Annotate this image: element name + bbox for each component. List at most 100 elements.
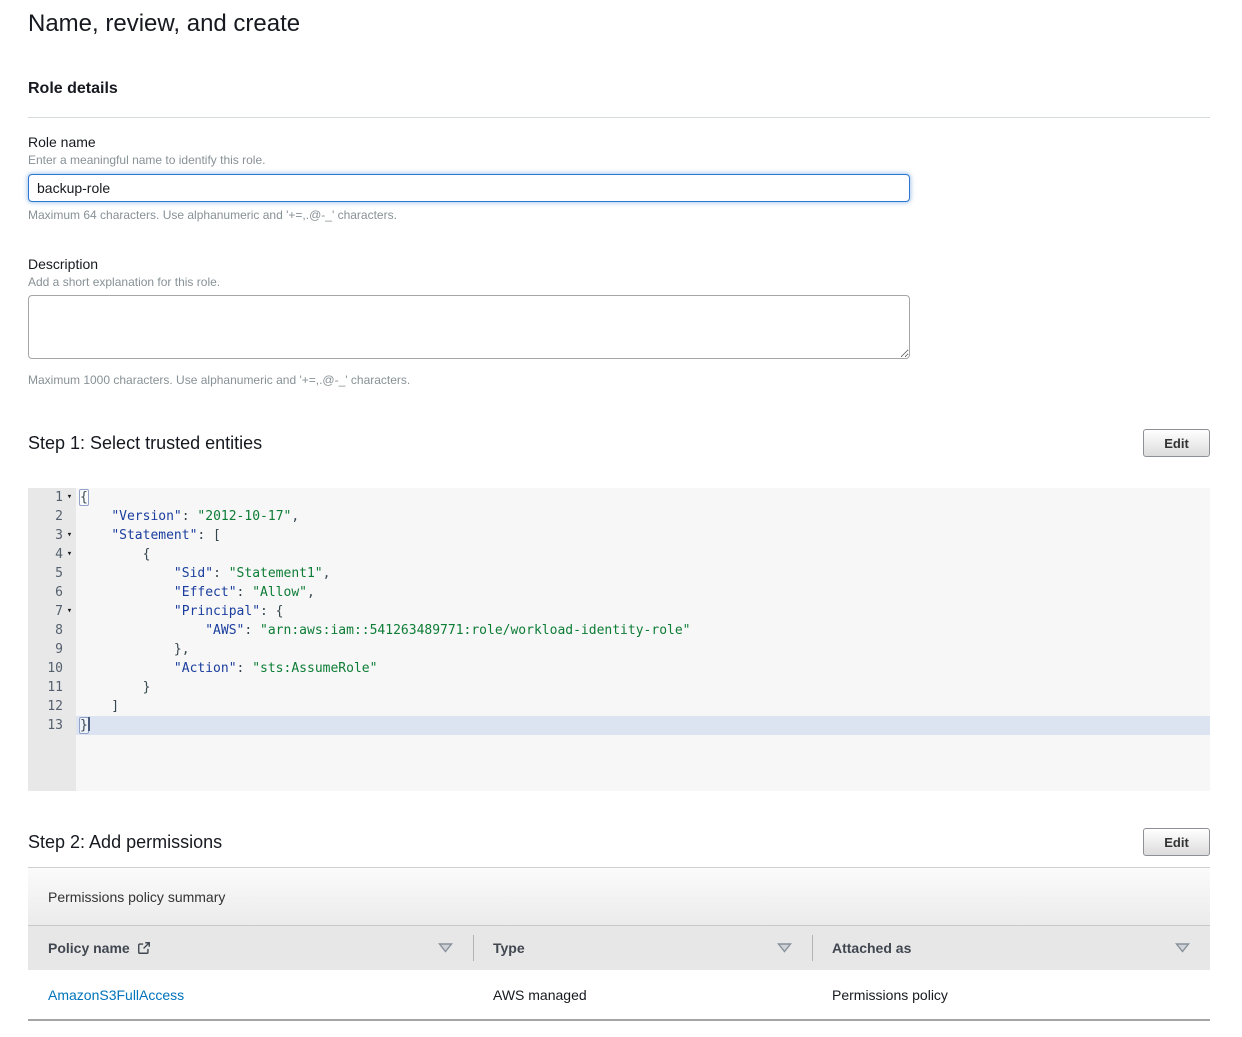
token-plain — [80, 661, 174, 676]
role-name-label: Role name — [28, 134, 1210, 151]
description-block: Description Add a short explanation for … — [28, 256, 1210, 387]
editor-line-3[interactable]: 3▾ "Statement": [ — [28, 526, 1210, 545]
column-header-policy-name-label: Policy name — [48, 940, 130, 956]
description-constraint: Maximum 1000 characters. Use alphanumeri… — [28, 373, 1210, 387]
step1-header-row: Step 1: Select trusted entities Edit — [28, 429, 1210, 457]
editor-line-number: 8 — [55, 621, 63, 640]
column-header-type-label: Type — [493, 940, 525, 956]
editor-code-text: "Sid": "Statement1", — [76, 564, 330, 583]
token-key: "Sid" — [174, 566, 213, 581]
page-title: Name, review, and create — [28, 10, 1210, 38]
editor-line-number: 1 — [55, 488, 63, 507]
editor-gutter-cell: 13 — [28, 716, 76, 735]
token-key: "Version" — [111, 509, 181, 524]
token-key: "AWS" — [205, 623, 244, 638]
triangle-down-icon[interactable] — [438, 943, 453, 953]
column-header-type[interactable]: Type — [473, 926, 812, 970]
editor-line-13[interactable]: 13} — [28, 716, 1210, 735]
triangle-down-icon[interactable] — [1175, 943, 1190, 953]
step2-header-row: Step 2: Add permissions Edit — [28, 828, 1210, 856]
token-str: "sts:AssumeRole" — [252, 661, 377, 676]
token-plain: : — [237, 585, 253, 600]
step2-heading: Step 2: Add permissions — [28, 832, 222, 853]
fold-caret-down-icon[interactable]: ▾ — [63, 488, 76, 507]
token-str: "Statement1" — [229, 566, 323, 581]
editor-code-text: ] — [76, 697, 119, 716]
editor-code-text: } — [76, 678, 150, 697]
role-name-input[interactable] — [28, 174, 910, 202]
editor-line-number: 6 — [55, 583, 63, 602]
editor-line-number: 10 — [47, 659, 63, 678]
token-plain: ] — [80, 699, 119, 714]
description-hint: Add a short explanation for this role. — [28, 275, 1210, 289]
editor-line-1[interactable]: 1▾{ — [28, 488, 1210, 507]
token-plain: : — [237, 661, 253, 676]
editor-line-10[interactable]: 10 "Action": "sts:AssumeRole" — [28, 659, 1210, 678]
editor-line-5[interactable]: 5 "Sid": "Statement1", — [28, 564, 1210, 583]
editor-text-caret — [88, 717, 90, 731]
editor-gutter-cell: 11 — [28, 678, 76, 697]
token-plain — [80, 585, 174, 600]
editor-line-number: 9 — [55, 640, 63, 659]
editor-gutter-cell: 1▾ — [28, 488, 76, 507]
editor-line-7[interactable]: 7▾ "Principal": { — [28, 602, 1210, 621]
token-str: "Allow" — [252, 585, 307, 600]
step1-edit-button[interactable]: Edit — [1143, 429, 1210, 457]
editor-gutter-cell: 10 — [28, 659, 76, 678]
column-header-attached-as[interactable]: Attached as — [812, 926, 1210, 970]
editor-line-2[interactable]: 2 "Version": "2012-10-17", — [28, 507, 1210, 526]
editor-line-number: 11 — [47, 678, 63, 697]
editor-line-number: 3 — [55, 526, 63, 545]
token-plain: : — [182, 509, 198, 524]
editor-gutter-cell: 5 — [28, 564, 76, 583]
editor-line-number: 12 — [47, 697, 63, 716]
policy-name-cell: AmazonS3FullAccess — [28, 970, 473, 1019]
external-link-icon — [137, 941, 151, 955]
role-name-hint: Enter a meaningful name to identify this… — [28, 153, 1210, 167]
editor-line-9[interactable]: 9 }, — [28, 640, 1210, 659]
role-details-heading: Role details — [28, 80, 1210, 98]
fold-caret-down-icon[interactable]: ▾ — [63, 602, 76, 621]
editor-line-8[interactable]: 8 "AWS": "arn:aws:iam::541263489771:role… — [28, 621, 1210, 640]
fold-caret-down-icon[interactable]: ▾ — [63, 526, 76, 545]
role-name-input-row — [28, 174, 1210, 202]
token-plain: : — [244, 623, 260, 638]
editor-gutter-cell: 3▾ — [28, 526, 76, 545]
editor-line-number: 4 — [55, 545, 63, 564]
editor-code-text: { — [76, 545, 150, 564]
editor-gutter-cell: 2 — [28, 507, 76, 526]
editor-line-number: 13 — [47, 716, 63, 735]
description-textarea-row — [28, 295, 1210, 359]
column-header-policy-name[interactable]: Policy name — [28, 926, 473, 970]
token-key: "Effect" — [174, 585, 237, 600]
editor-code-text: "Version": "2012-10-17", — [76, 507, 299, 526]
editor-gutter-cell: 12 — [28, 697, 76, 716]
token-str: "2012-10-17" — [197, 509, 291, 524]
policy-name-link[interactable]: AmazonS3FullAccess — [48, 987, 184, 1003]
description-textarea[interactable] — [28, 295, 910, 359]
fold-caret-down-icon[interactable]: ▾ — [63, 545, 76, 564]
editor-code-text: "Principal": { — [76, 602, 284, 621]
editor-gutter-cell: 7▾ — [28, 602, 76, 621]
editor-code-text: "AWS": "arn:aws:iam::541263489771:role/w… — [76, 621, 691, 640]
trust-policy-json-editor[interactable]: 1▾{2 "Version": "2012-10-17",3▾ "Stateme… — [28, 488, 1210, 791]
editor-line-6[interactable]: 6 "Effect": "Allow", — [28, 583, 1210, 602]
token-plain — [80, 509, 111, 524]
token-plain: }, — [80, 642, 190, 657]
triangle-down-icon[interactable] — [777, 943, 792, 953]
editor-line-11[interactable]: 11 } — [28, 678, 1210, 697]
editor-code-text: }, — [76, 640, 190, 659]
column-header-attached-as-label: Attached as — [832, 940, 911, 956]
editor-code-text: { — [76, 488, 88, 507]
editor-gutter-cell: 6 — [28, 583, 76, 602]
editor-code-text: } — [76, 716, 90, 735]
token-plain: , — [307, 585, 315, 600]
editor-gutter-cell: 4▾ — [28, 545, 76, 564]
policy-type-cell: AWS managed — [473, 970, 812, 1019]
description-label: Description — [28, 256, 1210, 273]
editor-line-12[interactable]: 12 ] — [28, 697, 1210, 716]
step2-edit-button[interactable]: Edit — [1143, 828, 1210, 856]
editor-line-4[interactable]: 4▾ { — [28, 545, 1210, 564]
section-divider — [28, 117, 1210, 118]
token-plain: : — [213, 566, 229, 581]
